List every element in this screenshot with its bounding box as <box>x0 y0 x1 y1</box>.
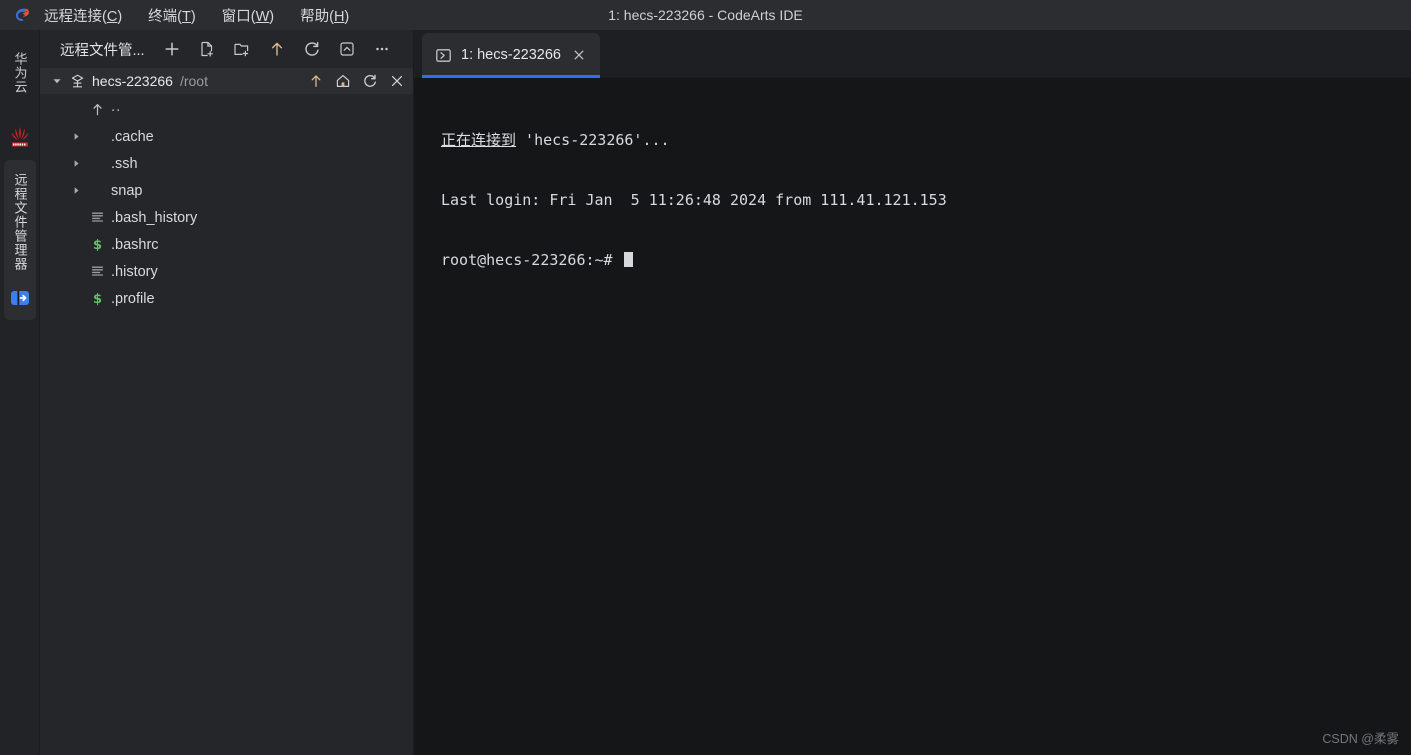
terminal-output[interactable]: 正在连接到 'hecs-223266'... Last login: Fri J… <box>414 78 1411 755</box>
menu-item-terminal-tail: ) <box>190 8 196 25</box>
arrow-up-icon <box>86 102 108 117</box>
menu-item-remote-connect[interactable]: 远程连接(C) <box>42 3 124 28</box>
text-file-icon <box>86 210 108 225</box>
remote-file-manager-panel: 远程文件管... hecs-223266 /root .. .cache .ss… <box>40 30 414 755</box>
server-icon <box>66 73 88 90</box>
tree-row-bashrc[interactable]: $ .bashrc <box>40 231 413 258</box>
tree-row-label: .bash_history <box>111 209 198 226</box>
refresh-host-button[interactable] <box>360 71 380 91</box>
tree-row-cache[interactable]: .cache <box>40 123 413 150</box>
menu-item-terminal[interactable]: 终端(T) <box>146 3 198 28</box>
text-file-icon <box>86 264 108 279</box>
codearts-ide-window: 远程连接(C) 终端(T) 窗口(W) 帮助(H) 1: hecs-223266… <box>0 0 1411 755</box>
new-file-icon[interactable] <box>194 36 220 62</box>
file-tree: .. .cache .ssh snap .bash_history $ .bas… <box>40 94 413 312</box>
tree-row-ssh[interactable]: .ssh <box>40 150 413 177</box>
tree-row-snap[interactable]: snap <box>40 177 413 204</box>
tree-row-label: .cache <box>111 128 154 145</box>
terminal-line-connect: 正在连接到 'hecs-223266'... <box>441 130 1411 150</box>
terminal-icon <box>434 46 452 64</box>
activity-bar: 华为云 远程文件管理器 <box>0 30 40 755</box>
tree-row-label: .profile <box>111 290 155 307</box>
activity-group-remote-file-manager[interactable]: 远程文件管理器 <box>4 160 36 320</box>
shell-file-icon: $ <box>86 237 108 252</box>
file-panel-toolbar <box>159 36 395 62</box>
file-panel-title: 远程文件管... <box>60 42 145 59</box>
tab-label: 1: hecs-223266 <box>461 47 561 63</box>
tree-row-label: .ssh <box>111 155 138 172</box>
menu-item-window-text: 窗口( <box>221 8 256 25</box>
arrow-up-icon[interactable] <box>264 36 290 62</box>
chevron-right-icon[interactable] <box>66 185 86 196</box>
chevron-right-icon[interactable] <box>66 131 86 142</box>
go-up-button[interactable] <box>306 71 326 91</box>
collapse-all-icon[interactable] <box>334 36 360 62</box>
title-bar: 远程连接(C) 终端(T) 窗口(W) 帮助(H) 1: hecs-223266… <box>0 0 1411 30</box>
new-folder-icon[interactable] <box>229 36 255 62</box>
tree-row-label: .history <box>111 263 158 280</box>
svg-text:$: $ <box>92 238 101 252</box>
close-host-button[interactable] <box>387 71 407 91</box>
menu-item-terminal-text: 终端( <box>148 8 183 25</box>
menu-item-window-tail: ) <box>269 8 275 25</box>
terminal-prompt-text: root@hecs-223266:~# <box>441 251 622 269</box>
tree-row-history[interactable]: .history <box>40 258 413 285</box>
brand-label: 华为云 <box>12 52 28 94</box>
terminal-cursor <box>623 252 633 267</box>
terminal-line-prompt: root@hecs-223266:~# <box>441 250 1411 270</box>
menu-item-window-mnemonic: W <box>255 8 270 25</box>
chevron-right-icon[interactable] <box>66 158 86 169</box>
tree-row-bash-history[interactable]: .bash_history <box>40 204 413 231</box>
shell-file-icon: $ <box>86 291 108 306</box>
menu-item-remote-connect-text: 远程连接( <box>44 8 107 25</box>
terminal-connecting-label: 正在连接到 <box>441 131 517 149</box>
terminal-connecting-target: 'hecs-223266'... <box>516 131 670 149</box>
tree-row-label: .bashrc <box>111 236 159 253</box>
terminal-area: 1: hecs-223266 正在连接到 'hecs-223266'... La… <box>414 30 1411 755</box>
tree-row-parent[interactable]: .. <box>40 96 413 123</box>
svg-text:$: $ <box>92 292 101 306</box>
menu-item-remote-connect-tail: ) <box>117 8 123 25</box>
host-toolbar <box>306 71 407 91</box>
remote-connect-icon[interactable] <box>8 286 32 310</box>
menu-item-help-mnemonic: H <box>333 8 345 25</box>
menu-item-help-tail: ) <box>344 8 350 25</box>
refresh-icon[interactable] <box>299 36 325 62</box>
host-name: hecs-223266 <box>92 73 173 89</box>
host-path: /root <box>179 73 208 89</box>
menu-item-help-text: 帮助( <box>300 8 334 25</box>
terminal-last-login-text: Last login: Fri Jan 5 11:26:48 2024 from… <box>441 191 947 209</box>
menu-item-remote-connect-mnemonic: C <box>106 8 118 25</box>
codearts-logo-icon <box>12 5 32 25</box>
close-icon[interactable] <box>570 46 588 64</box>
plus-icon[interactable] <box>159 36 185 62</box>
tree-row-profile[interactable]: $ .profile <box>40 285 413 312</box>
menu-item-help[interactable]: 帮助(H) <box>298 3 351 28</box>
host-header-row[interactable]: hecs-223266 /root <box>40 68 413 94</box>
huawei-logo-icon <box>8 124 32 150</box>
tree-row-label: .. <box>111 98 122 115</box>
terminal-line-last-login: Last login: Fri Jan 5 11:26:48 2024 from… <box>441 190 1411 210</box>
file-panel-header: 远程文件管... <box>40 30 413 68</box>
more-horizontal-icon[interactable] <box>369 36 395 62</box>
activity-item-remote-file-manager-label: 远程文件管理器 <box>12 173 28 271</box>
watermark: CSDN @柔雾 <box>1322 732 1399 746</box>
menu-bar: 远程连接(C) 终端(T) 窗口(W) 帮助(H) <box>42 3 351 28</box>
menu-item-terminal-mnemonic: T <box>182 8 191 25</box>
home-icon[interactable] <box>333 71 353 91</box>
tab-terminal-1[interactable]: 1: hecs-223266 <box>422 33 600 78</box>
terminal-tab-bar: 1: hecs-223266 <box>414 30 1411 78</box>
menu-item-window[interactable]: 窗口(W) <box>220 3 276 28</box>
tree-row-label: snap <box>111 182 143 199</box>
chevron-down-icon[interactable] <box>48 75 66 87</box>
